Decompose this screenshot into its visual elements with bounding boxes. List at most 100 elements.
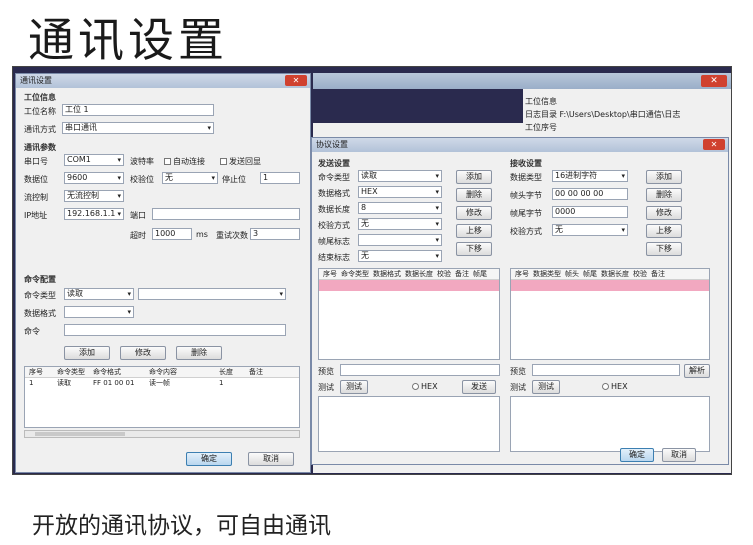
send-field-select[interactable]: HEX ▾ bbox=[358, 186, 442, 198]
retry-input[interactable]: 3 bbox=[250, 228, 300, 240]
recv-table: 序号 数据类型 帧头 帧尾 数据长度 校验 备注 bbox=[510, 268, 710, 360]
info-line: 工位序号 bbox=[525, 123, 557, 132]
cmd-table-header: 序号 命令类型 命令格式 命令内容 长度 备注 bbox=[25, 367, 299, 378]
recv-field-label: 校验方式 bbox=[510, 227, 542, 236]
cmd-table-scrollbar[interactable] bbox=[24, 430, 300, 438]
comm-mode-label: 通讯方式 bbox=[24, 125, 56, 134]
background-window-titlebar: ✕ bbox=[313, 73, 731, 89]
auto-connect-checkbox[interactable]: 自动连接 bbox=[164, 156, 205, 167]
send-down-button[interactable]: 下移 bbox=[456, 242, 492, 256]
ip-label: IP地址 bbox=[24, 211, 48, 220]
recv-preview-input[interactable] bbox=[532, 364, 680, 376]
recv-test-label: 测试 bbox=[510, 383, 526, 392]
recv-field-select[interactable]: 无 ▾ bbox=[552, 224, 628, 236]
cmd-content-input[interactable] bbox=[64, 324, 286, 336]
send-delete-button[interactable]: 删除 bbox=[456, 188, 492, 202]
send-preview-input[interactable] bbox=[340, 364, 500, 376]
send-table-header: 序号 命令类型 数据格式 数据长度 校验 备注 帧尾 bbox=[319, 269, 499, 280]
data-bits-select[interactable]: 9600 ▾ bbox=[64, 172, 124, 184]
send-hex-radio[interactable]: HEX bbox=[412, 382, 438, 391]
comm-ok-button[interactable]: 确定 bbox=[186, 452, 232, 466]
comm-window-title: 通讯设置 bbox=[20, 76, 52, 85]
protocol-ok-button[interactable]: 确定 bbox=[620, 448, 654, 462]
slide-caption: 开放的通讯协议，可自由通讯 bbox=[32, 513, 331, 539]
recv-delete-button[interactable]: 删除 bbox=[646, 188, 682, 202]
info-line: 工位信息 bbox=[525, 97, 557, 106]
comm-window-titlebar: 通讯设置 ✕ bbox=[16, 74, 310, 88]
cmd-format-label: 数据格式 bbox=[24, 309, 56, 318]
send-field-label: 帧尾标志 bbox=[318, 237, 350, 246]
recv-table-header: 序号 数据类型 帧头 帧尾 数据长度 校验 备注 bbox=[511, 269, 709, 280]
send-field-select[interactable]: 8 ▾ bbox=[358, 202, 442, 214]
send-field-label: 数据长度 bbox=[318, 205, 350, 214]
cmd-section-title: 命令配置 bbox=[24, 275, 56, 284]
recv-down-button[interactable]: 下移 bbox=[646, 242, 682, 256]
stop-bits-input[interactable]: 1 bbox=[260, 172, 300, 184]
recv-field-label: 帧头字节 bbox=[510, 191, 542, 200]
flow-select[interactable]: 无流控制 ▾ bbox=[64, 190, 124, 202]
slide-title: 通讯设置 bbox=[28, 13, 228, 67]
params-section-title: 通讯参数 bbox=[24, 143, 56, 152]
send-button[interactable]: 发送 bbox=[462, 380, 496, 394]
parity-label: 校验位 bbox=[130, 175, 154, 184]
recv-parse-button[interactable]: 解析 bbox=[684, 364, 710, 378]
table-row[interactable] bbox=[511, 280, 709, 291]
cmd-edit-button[interactable]: 修改 bbox=[120, 346, 166, 360]
retry-label: 重试次数 bbox=[216, 231, 248, 240]
recv-test-button[interactable]: 测试 bbox=[532, 380, 560, 394]
recv-preview-label: 预览 bbox=[510, 367, 526, 376]
send-echo-checkbox[interactable]: 发送回显 bbox=[220, 156, 261, 167]
timeout-input[interactable]: 1000 bbox=[152, 228, 192, 240]
protocol-window-titlebar: 协议设置 ✕ bbox=[312, 138, 728, 152]
send-field-select[interactable]: 无 ▾ bbox=[358, 250, 442, 262]
comm-close-button[interactable]: ✕ bbox=[285, 75, 307, 86]
cmd-type-select[interactable]: 读取 ▾ bbox=[64, 288, 134, 300]
parity-select[interactable]: 无 ▾ bbox=[162, 172, 218, 184]
station-name-input[interactable]: 工位 1 bbox=[62, 104, 214, 116]
comm-cancel-button[interactable]: 取消 bbox=[248, 452, 294, 466]
cmd-format-select[interactable]: ▾ bbox=[64, 306, 134, 318]
cmd-delete-button[interactable]: 删除 bbox=[176, 346, 222, 360]
info-line: 日志目录 F:\Users\Desktop\串口通信\日志 bbox=[525, 110, 681, 119]
cmd-content-label: 命令 bbox=[24, 327, 40, 336]
send-field-label: 结束标志 bbox=[318, 253, 350, 262]
recv-hex-radio[interactable]: HEX bbox=[602, 382, 628, 391]
send-preview-label: 预览 bbox=[318, 367, 334, 376]
send-edit-button[interactable]: 修改 bbox=[456, 206, 492, 220]
send-field-select[interactable]: ▾ bbox=[358, 234, 442, 246]
background-close-button[interactable]: ✕ bbox=[701, 75, 727, 87]
screenshot-stage: ✕ 工位信息 日志目录 F:\Users\Desktop\串口通信\日志 工位序… bbox=[12, 66, 732, 475]
send-field-label: 校验方式 bbox=[318, 221, 350, 230]
background-dark-area bbox=[313, 89, 523, 123]
protocol-settings-window: 协议设置 ✕ 发送设置 命令类型 读取 ▾ 数据格式 HEX ▾ 数据长度 8 ▾ 校… bbox=[311, 137, 729, 465]
port-select[interactable]: COM1 ▾ bbox=[64, 154, 124, 166]
recv-add-button[interactable]: 添加 bbox=[646, 170, 682, 184]
port2-label: 端口 bbox=[130, 211, 146, 220]
cmd-table: 序号 命令类型 命令格式 命令内容 长度 备注 1 读取 FF 01 00 01 读一帧 1 bbox=[24, 366, 300, 428]
recv-edit-button[interactable]: 修改 bbox=[646, 206, 682, 220]
ip-select[interactable]: 192.168.1.1 ▾ bbox=[64, 208, 124, 220]
baud-label: 波特率 bbox=[130, 157, 154, 166]
send-field-select[interactable]: 无 ▾ bbox=[358, 218, 442, 230]
cmd-add-button[interactable]: 添加 bbox=[64, 346, 110, 360]
comm-mode-select[interactable]: 串口通讯 ▾ bbox=[62, 122, 214, 134]
station-name-label: 工位名称 bbox=[24, 107, 56, 116]
send-field-select[interactable]: 读取 ▾ bbox=[358, 170, 442, 182]
recv-field-label: 数据类型 bbox=[510, 173, 542, 182]
cmd-extra-select[interactable]: ▾ bbox=[138, 288, 286, 300]
recv-field-select[interactable]: 16进制字符 ▾ bbox=[552, 170, 628, 182]
send-test-button[interactable]: 测试 bbox=[340, 380, 368, 394]
send-up-button[interactable]: 上移 bbox=[456, 224, 492, 238]
comm-settings-window: 通讯设置 ✕ 工位信息 工位名称 工位 1 通讯方式 串口通讯 ▾ 通讯参数 串口… bbox=[15, 73, 311, 473]
send-add-button[interactable]: 添加 bbox=[456, 170, 492, 184]
recv-field-input[interactable]: 0000 bbox=[552, 206, 628, 218]
port2-input[interactable] bbox=[152, 208, 300, 220]
table-row[interactable]: 1 读取 FF 01 00 01 读一帧 1 bbox=[25, 378, 299, 389]
table-row[interactable] bbox=[319, 280, 499, 291]
recv-field-input[interactable]: 00 00 00 00 bbox=[552, 188, 628, 200]
send-section-title: 发送设置 bbox=[318, 159, 350, 168]
protocol-cancel-button[interactable]: 取消 bbox=[662, 448, 696, 462]
send-table: 序号 命令类型 数据格式 数据长度 校验 备注 帧尾 bbox=[318, 268, 500, 360]
protocol-close-button[interactable]: ✕ bbox=[703, 139, 725, 150]
recv-up-button[interactable]: 上移 bbox=[646, 224, 682, 238]
